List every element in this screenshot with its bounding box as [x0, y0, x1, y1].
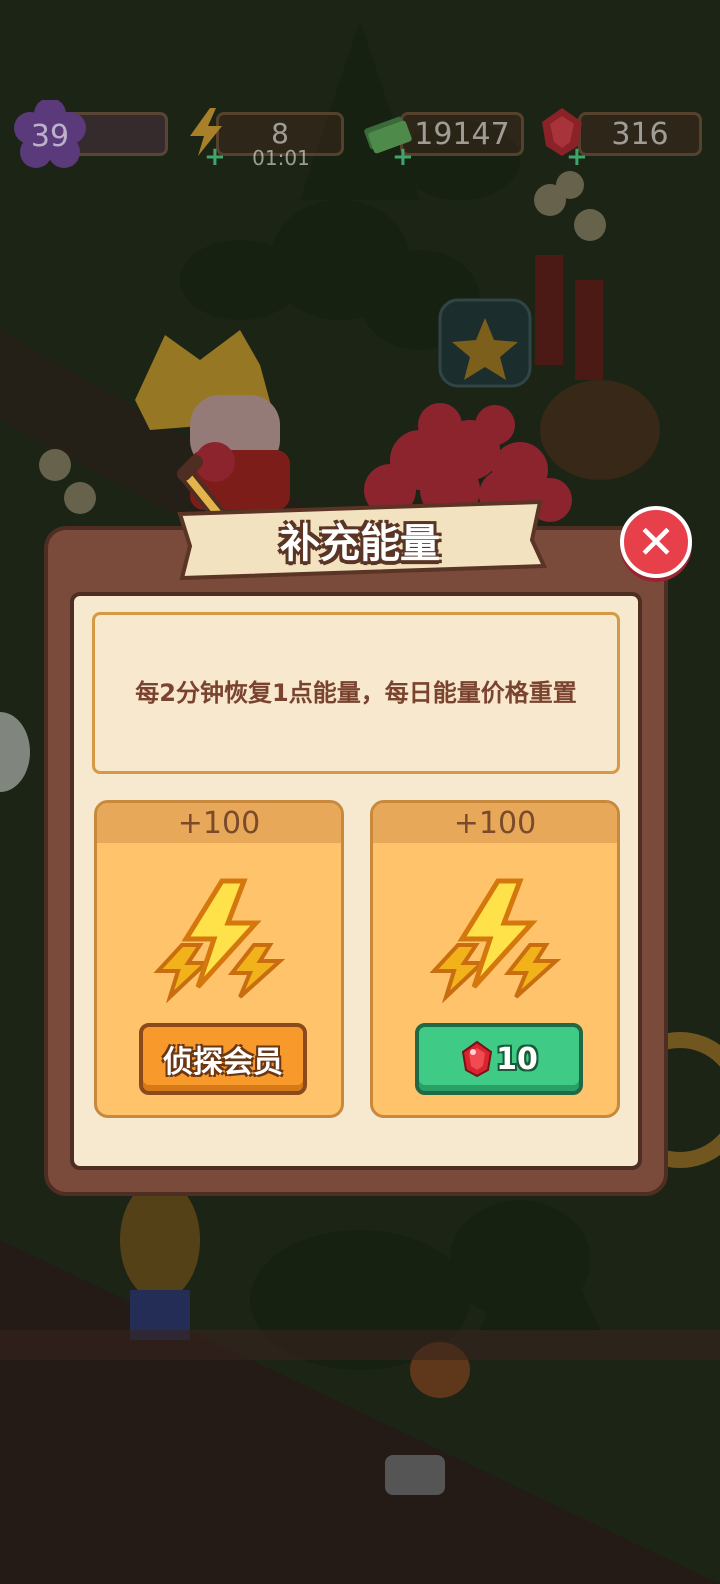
close-button[interactable]: ✕ — [620, 506, 692, 578]
add-gems-plus-icon[interactable]: + — [566, 142, 588, 172]
gem-price-label: 10 — [496, 1041, 538, 1077]
description-text: 每2分钟恢复1点能量，每日能量价格重置 — [135, 679, 577, 707]
energy-value: 8 — [271, 117, 289, 150]
dialog-title: 补充能量 — [280, 521, 440, 567]
detective-membership-button[interactable]: 侦探会员 — [139, 1023, 307, 1095]
lightning-bolts-icon — [153, 878, 286, 1004]
cash-value: 19147 — [414, 116, 510, 152]
gem-value: 316 — [611, 116, 669, 152]
add-energy-plus-icon[interactable]: + — [204, 142, 226, 172]
level-badge[interactable]: 39 — [14, 98, 86, 172]
close-icon: ✕ — [636, 515, 676, 569]
energy-option-card-membership: +100 侦探会员 — [94, 800, 344, 1118]
ruby-gem-icon — [462, 1040, 493, 1078]
description-box: 每2分钟恢复1点能量，每日能量价格重置 — [92, 612, 620, 774]
lightning-bolts-icon — [429, 878, 562, 1004]
buy-with-gems-button[interactable]: 10 — [415, 1023, 583, 1095]
level-number: 39 — [30, 118, 70, 154]
add-cash-plus-icon[interactable]: + — [392, 142, 414, 172]
energy-timer: 01:01 — [252, 146, 310, 170]
energy-amount-label: +100 — [373, 803, 617, 843]
cash-counter[interactable]: 19147 — [400, 112, 524, 156]
membership-button-label: 侦探会员 — [163, 1045, 283, 1080]
gem-counter[interactable]: 316 — [578, 112, 702, 156]
energy-option-card-gems: +100 10 — [370, 800, 620, 1118]
energy-amount-label: +100 — [97, 803, 341, 843]
